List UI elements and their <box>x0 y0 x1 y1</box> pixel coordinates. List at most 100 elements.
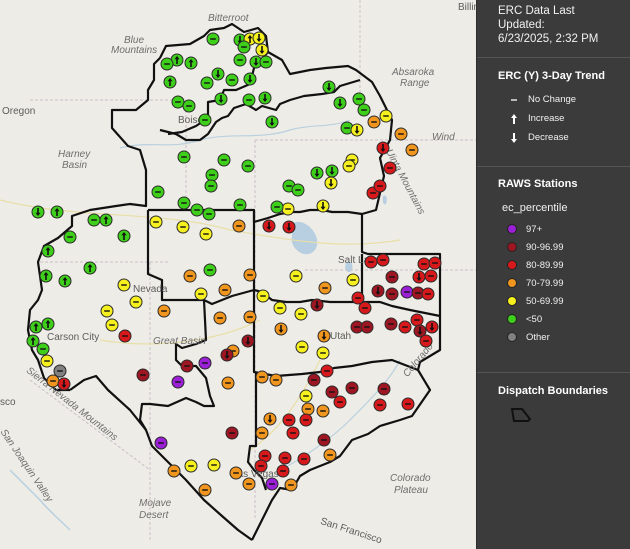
raws-station-marker[interactable] <box>205 168 219 182</box>
raws-station-marker[interactable] <box>371 284 385 298</box>
raws-station-marker[interactable] <box>274 322 288 336</box>
raws-station-marker[interactable] <box>117 278 131 292</box>
raws-station-marker[interactable] <box>58 274 72 288</box>
raws-station-marker[interactable] <box>252 31 266 45</box>
raws-station-marker[interactable] <box>324 176 338 190</box>
raws-station-marker[interactable] <box>316 346 330 360</box>
raws-station-marker[interactable] <box>276 464 290 478</box>
raws-station-marker[interactable] <box>202 207 216 221</box>
raws-station-marker[interactable] <box>39 269 53 283</box>
raws-station-marker[interactable] <box>301 402 315 416</box>
raws-station-marker[interactable] <box>151 185 165 199</box>
raws-station-marker[interactable] <box>398 320 412 334</box>
raws-station-marker[interactable] <box>385 270 399 284</box>
raws-station-marker[interactable] <box>160 57 174 71</box>
raws-station-marker[interactable] <box>265 115 279 129</box>
raws-station-marker[interactable] <box>269 373 283 387</box>
raws-station-marker[interactable] <box>421 287 435 301</box>
raws-station-marker[interactable] <box>41 317 55 331</box>
raws-station-marker[interactable] <box>254 459 268 473</box>
raws-station-marker[interactable] <box>50 205 64 219</box>
raws-station-marker[interactable] <box>316 404 330 418</box>
raws-station-marker[interactable] <box>297 452 311 466</box>
raws-station-marker[interactable] <box>176 220 190 234</box>
raws-station-marker[interactable] <box>320 364 334 378</box>
raws-station-marker[interactable] <box>322 80 336 94</box>
raws-station-marker[interactable] <box>412 270 426 284</box>
raws-station-marker[interactable] <box>307 373 321 387</box>
raws-station-marker[interactable] <box>225 73 239 87</box>
raws-station-marker[interactable] <box>232 219 246 233</box>
raws-station-marker[interactable] <box>213 311 227 325</box>
raws-station-marker[interactable] <box>323 448 337 462</box>
raws-station-marker[interactable] <box>310 298 324 312</box>
raws-station-marker[interactable] <box>243 268 257 282</box>
raws-station-marker[interactable] <box>41 244 55 258</box>
raws-station-marker[interactable] <box>401 397 415 411</box>
raws-station-marker[interactable] <box>99 213 113 227</box>
raws-station-marker[interactable] <box>198 113 212 127</box>
raws-station-marker[interactable] <box>46 374 60 388</box>
raws-station-marker[interactable] <box>346 273 360 287</box>
raws-station-marker[interactable] <box>424 269 438 283</box>
raws-station-marker[interactable] <box>325 385 339 399</box>
raws-station-marker[interactable] <box>149 215 163 229</box>
raws-station-marker[interactable] <box>284 478 298 492</box>
raws-station-marker[interactable] <box>289 269 303 283</box>
raws-station-marker[interactable] <box>255 370 269 384</box>
raws-station-marker[interactable] <box>63 230 77 244</box>
raws-station-marker[interactable] <box>217 153 231 167</box>
raws-station-marker[interactable] <box>376 141 390 155</box>
raws-station-marker[interactable] <box>400 285 414 299</box>
raws-station-marker[interactable] <box>383 161 397 175</box>
raws-station-marker[interactable] <box>29 320 43 334</box>
raws-station-marker[interactable] <box>167 464 181 478</box>
raws-station-marker[interactable] <box>241 334 255 348</box>
raws-station-marker[interactable] <box>31 205 45 219</box>
raws-station-marker[interactable] <box>57 377 71 391</box>
map-view[interactable]: Bitterroot Blue Mountains Absaroka Range Oreg… <box>0 0 476 549</box>
raws-station-marker[interactable] <box>358 301 372 315</box>
raws-station-marker[interactable] <box>194 287 208 301</box>
raws-station-marker[interactable] <box>333 96 347 110</box>
raws-station-marker[interactable] <box>256 289 270 303</box>
raws-station-marker[interactable] <box>281 202 295 216</box>
raws-station-marker[interactable] <box>171 95 185 109</box>
raws-station-marker[interactable] <box>360 320 374 334</box>
raws-station-marker[interactable] <box>237 40 251 54</box>
raws-station-marker[interactable] <box>379 109 393 123</box>
raws-station-marker[interactable] <box>225 426 239 440</box>
raws-station-marker[interactable] <box>270 200 284 214</box>
raws-station-marker[interactable] <box>377 382 391 396</box>
raws-station-marker[interactable] <box>295 340 309 354</box>
raws-station-marker[interactable] <box>291 183 305 197</box>
raws-station-marker[interactable] <box>317 329 331 343</box>
raws-station-marker[interactable] <box>118 329 132 343</box>
raws-station-marker[interactable] <box>262 219 276 233</box>
raws-station-marker[interactable] <box>364 255 378 269</box>
raws-station-marker[interactable] <box>350 123 364 137</box>
raws-station-marker[interactable] <box>286 426 300 440</box>
raws-station-marker[interactable] <box>243 72 257 86</box>
raws-station-marker[interactable] <box>294 307 308 321</box>
raws-station-marker[interactable] <box>199 227 213 241</box>
raws-station-marker[interactable] <box>233 198 247 212</box>
raws-station-marker[interactable] <box>129 295 143 309</box>
raws-station-marker[interactable] <box>384 317 398 331</box>
raws-station-marker[interactable] <box>352 92 366 106</box>
raws-station-marker[interactable] <box>259 55 273 69</box>
raws-station-marker[interactable] <box>100 304 114 318</box>
raws-station-marker[interactable] <box>243 310 257 324</box>
raws-station-marker[interactable] <box>242 477 256 491</box>
raws-station-marker[interactable] <box>163 75 177 89</box>
raws-station-marker[interactable] <box>220 348 234 362</box>
raws-station-marker[interactable] <box>385 287 399 301</box>
raws-station-marker[interactable] <box>282 220 296 234</box>
raws-station-marker[interactable] <box>333 395 347 409</box>
raws-station-marker[interactable] <box>229 466 243 480</box>
raws-station-marker[interactable] <box>233 53 247 67</box>
raws-station-marker[interactable] <box>345 381 359 395</box>
raws-station-marker[interactable] <box>373 179 387 193</box>
raws-station-marker[interactable] <box>117 229 131 243</box>
raws-station-marker[interactable] <box>299 413 313 427</box>
